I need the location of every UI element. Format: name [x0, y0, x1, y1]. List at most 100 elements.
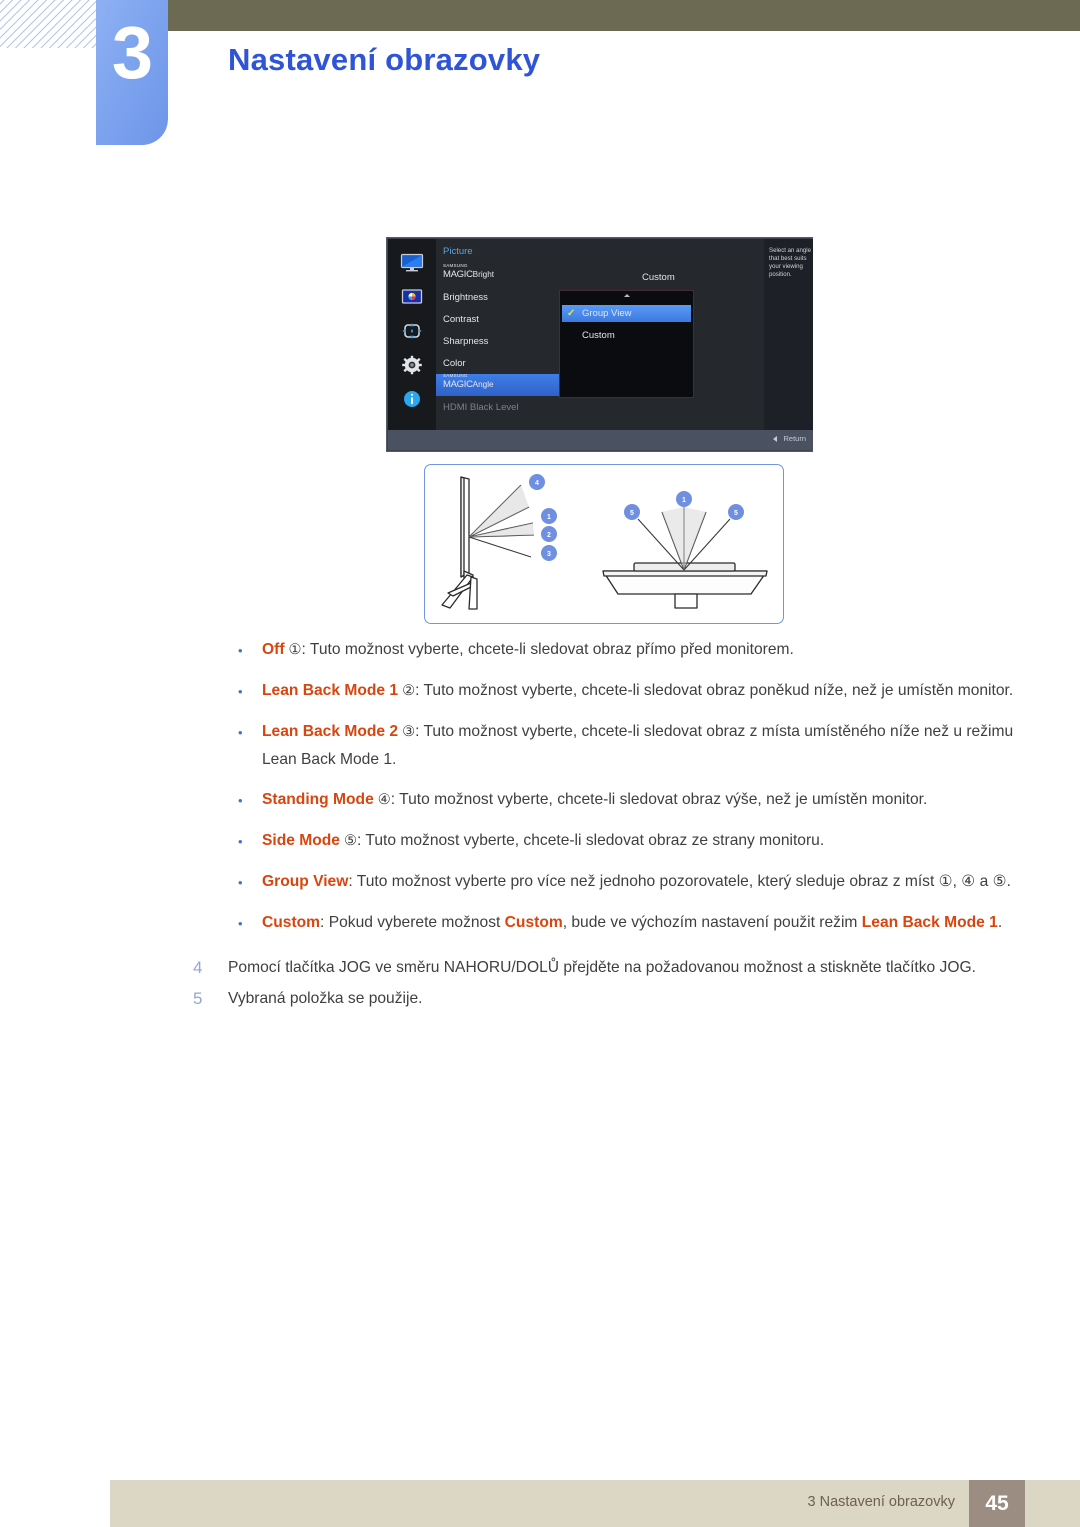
badge-1: 1	[541, 508, 557, 524]
osd-option-popup: ✓ Group View Custom	[559, 290, 694, 398]
osd-footer-bar: Return	[388, 430, 813, 450]
list-item: 5 Vybraná položka se použije.	[0, 985, 1080, 1012]
list-item: Standing Mode ④: Tuto možnost vyberte, c…	[0, 786, 1080, 814]
badge-5-left: 5	[624, 504, 640, 520]
svg-text:4: 4	[535, 480, 539, 487]
list-item-custom: Custom: Pokud vyberete možnost Custom, b…	[0, 909, 1080, 937]
move-arrows-icon[interactable]	[400, 321, 424, 341]
osd-description-text: Select an angle that best suits your vie…	[769, 247, 812, 278]
top-view-monitor	[602, 562, 768, 609]
bullet-keyword-3: Lean Back Mode 1	[861, 914, 998, 931]
osd-sidebar-icons	[388, 239, 436, 432]
svg-text:1: 1	[682, 497, 686, 504]
osd-item-magicbright-suffix: Bright	[472, 270, 495, 280]
osd-item-magicangle-samsung: SAMSUNG	[443, 373, 468, 379]
bullet-circle-number: ②	[398, 683, 416, 699]
top-view-beam-shading	[662, 507, 706, 570]
bullet-keyword: Side Mode	[262, 832, 340, 849]
osd-item-brightness-label: Brightness	[443, 291, 488, 303]
bullet-text: : Tuto možnost vyberte, chcete-li sledov…	[357, 832, 825, 849]
page-number-badge: 45	[969, 1480, 1025, 1527]
bullet-text: : Tuto možnost vyberte, chcete-li sledov…	[415, 682, 1014, 699]
viewing-angle-illustration: 4 1 2 3 5 1 5	[441, 474, 768, 610]
osd-item-hdmi-black-level[interactable]: HDMI Black Level	[436, 396, 764, 418]
header-olive-bar	[152, 0, 1080, 31]
page-title: Nastavení obrazovky	[228, 42, 541, 77]
bullet-keyword: Custom	[262, 914, 321, 931]
svg-text:1: 1	[547, 514, 551, 521]
osd-item-magicangle[interactable]: SAMSUNG MAGICAngle	[436, 374, 570, 396]
bullet-text: : Tuto možnost vyberte pro více než jedn…	[348, 873, 1011, 890]
list-item: Group View: Tuto možnost vyberte pro víc…	[0, 868, 1080, 896]
footer-chapter-label: 3 Nastavení obrazovky	[807, 1494, 956, 1510]
list-item: 4 Pomocí tlačítka JOG ve směru NAHORU/DO…	[0, 954, 1080, 981]
osd-item-magicangle-suffix: Angle	[472, 380, 494, 390]
body-content: Off ①: Tuto možnost vyberte, chcete-li s…	[0, 636, 1080, 1016]
bullet-text-part3: .	[997, 914, 1003, 931]
badge-4: 4	[529, 474, 545, 490]
step-number: 4	[193, 958, 203, 977]
osd-item-hdmi-black-level-label: HDMI Black Level	[443, 401, 519, 413]
page-number: 45	[985, 1491, 1009, 1515]
osd-menu-title: Picture	[443, 246, 473, 257]
step-text: Vybraná položka se použije.	[228, 990, 423, 1007]
osd-item-magicbright[interactable]: SAMSUNG MAGICBright	[436, 264, 764, 286]
list-item: Off ①: Tuto možnost vyberte, chcete-li s…	[0, 636, 1080, 664]
gear-icon[interactable]	[400, 355, 424, 375]
chapter-number: 3	[111, 11, 153, 94]
side-view-beam-shading	[469, 485, 534, 537]
osd-item-magicbright-samsung: SAMSUNG	[443, 263, 468, 269]
svg-text:5: 5	[630, 510, 634, 517]
list-item: Lean Back Mode 2 ③: Tuto možnost vyberte…	[0, 718, 1080, 773]
bullet-keyword: Off	[262, 641, 285, 658]
badge-1-top: 1	[676, 491, 692, 507]
list-item: Lean Back Mode 1 ②: Tuto možnost vyberte…	[0, 677, 1080, 705]
osd-item-sharpness-label: Sharpness	[443, 335, 489, 347]
osd-popup-option-group-view[interactable]: ✓ Group View	[562, 305, 691, 322]
badge-2: 2	[541, 526, 557, 542]
osd-return-button[interactable]: Return	[773, 434, 806, 443]
osd-magicbright-value: Custom	[642, 272, 675, 283]
osd-item-color-label: Color	[443, 357, 466, 369]
bullet-text-part1: : Pokud vyberete možnost	[320, 914, 505, 931]
osd-popup-option-custom[interactable]: Custom	[562, 327, 691, 344]
svg-text:2: 2	[547, 532, 551, 539]
monitor-icon[interactable]	[400, 253, 424, 273]
bullet-keyword: Lean Back Mode 2	[262, 723, 399, 740]
osd-description-panel: Select an angle that best suits your vie…	[764, 239, 813, 432]
osd-item-contrast-label: Contrast	[443, 313, 479, 325]
bullet-circle-number: ⑤	[339, 833, 358, 849]
osd-item-magicbright-magic: MAGIC	[443, 269, 473, 281]
bullet-keyword: Lean Back Mode 1	[262, 682, 399, 699]
osd-screenshot: Picture SAMSUNG MAGICBright Brightness C…	[386, 237, 813, 452]
bullet-text: : Tuto možnost vyberte, chcete-li sledov…	[301, 641, 794, 658]
chapter-number-block: 3	[96, 0, 168, 145]
svg-text:3: 3	[547, 551, 551, 558]
osd-return-label: Return	[783, 434, 806, 443]
bullet-text-part2: , bude ve výchozím nastavení použit reži…	[562, 914, 862, 931]
bullet-circle-number: ④	[373, 792, 391, 808]
bullet-keyword: Group View	[262, 873, 349, 890]
step-text: Pomocí tlačítka JOG ve směru NAHORU/DOLŮ…	[228, 959, 976, 976]
badge-3: 3	[541, 545, 557, 561]
mode-bullet-list: Off ①: Tuto možnost vyberte, chcete-li s…	[0, 636, 1080, 937]
left-arrow-icon	[773, 436, 778, 443]
side-view-badges: 4 1 2 3	[529, 474, 557, 561]
bullet-keyword-2: Custom	[504, 914, 563, 931]
procedure-step-list: 4 Pomocí tlačítka JOG ve směru NAHORU/DO…	[0, 954, 1080, 1012]
osd-popup-option-group-view-label: Group View	[582, 308, 632, 319]
svg-text:5: 5	[734, 510, 738, 517]
viewing-angle-diagram: 4 1 2 3 5 1 5	[424, 464, 784, 624]
badge-5-right: 5	[728, 504, 744, 520]
osd-item-magicangle-magic: MAGIC	[443, 379, 473, 391]
check-icon: ✓	[567, 307, 576, 319]
bullet-circle-number: ③	[398, 724, 416, 740]
info-icon[interactable]	[400, 389, 424, 409]
bullet-text: : Tuto možnost vyberte, chcete-li sledov…	[390, 791, 928, 808]
list-item: Side Mode ⑤: Tuto možnost vyberte, chcet…	[0, 827, 1080, 855]
bullet-keyword: Standing Mode	[262, 791, 374, 808]
page-footer: 3 Nastavení obrazovky 45	[110, 1480, 1080, 1527]
osd-popup-option-custom-label: Custom	[582, 330, 615, 341]
step-number: 5	[193, 989, 203, 1008]
picture-icon[interactable]	[400, 287, 424, 307]
